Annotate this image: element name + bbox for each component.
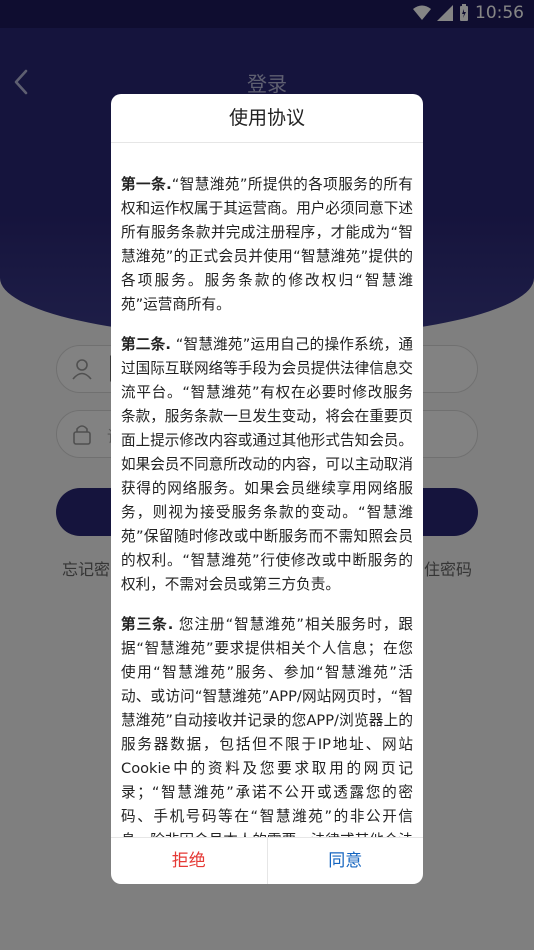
- agreement-scroll-area[interactable]: 第一条.“智慧潍苑”所提供的各项服务的所有权和运作权属于其运营商。用户必须同意下…: [111, 143, 423, 837]
- dialog-footer: 拒绝 同意: [111, 837, 423, 884]
- dialog-title: 使用协议: [111, 94, 423, 143]
- clause-text: 您注册“智慧潍苑”相关服务时，跟据“智慧潍苑”要求提供相关个人信息；在您使用“智…: [121, 616, 413, 837]
- agreement-dialog: 使用协议 第一条.“智慧潍苑”所提供的各项服务的所有权和运作权属于其运营商。用户…: [111, 94, 423, 884]
- clause: 第三条. 您注册“智慧潍苑”相关服务时，跟据“智慧潍苑”要求提供相关个人信息；在…: [121, 613, 413, 837]
- clause: 第一条.“智慧潍苑”所提供的各项服务的所有权和运作权属于其运营商。用户必须同意下…: [121, 173, 413, 317]
- refuse-button[interactable]: 拒绝: [111, 838, 268, 884]
- clause-heading: 第一条.: [121, 176, 172, 193]
- clause: 第二条. “智慧潍苑”运用自己的操作系统，通过国际互联网络等手段为会员提供法律信…: [121, 333, 413, 597]
- clause-heading: 第二条.: [121, 336, 171, 353]
- clause-text: “智慧潍苑”运用自己的操作系统，通过国际互联网络等手段为会员提供法律信息交流平台…: [121, 336, 414, 593]
- clause-heading: 第三条.: [121, 616, 174, 633]
- clause-text: “智慧潍苑”所提供的各项服务的所有权和运作权属于其运营商。用户必须同意下述所有服…: [121, 176, 414, 313]
- agree-button[interactable]: 同意: [268, 838, 424, 884]
- agreement-content: 第一条.“智慧潍苑”所提供的各项服务的所有权和运作权属于其运营商。用户必须同意下…: [111, 143, 423, 837]
